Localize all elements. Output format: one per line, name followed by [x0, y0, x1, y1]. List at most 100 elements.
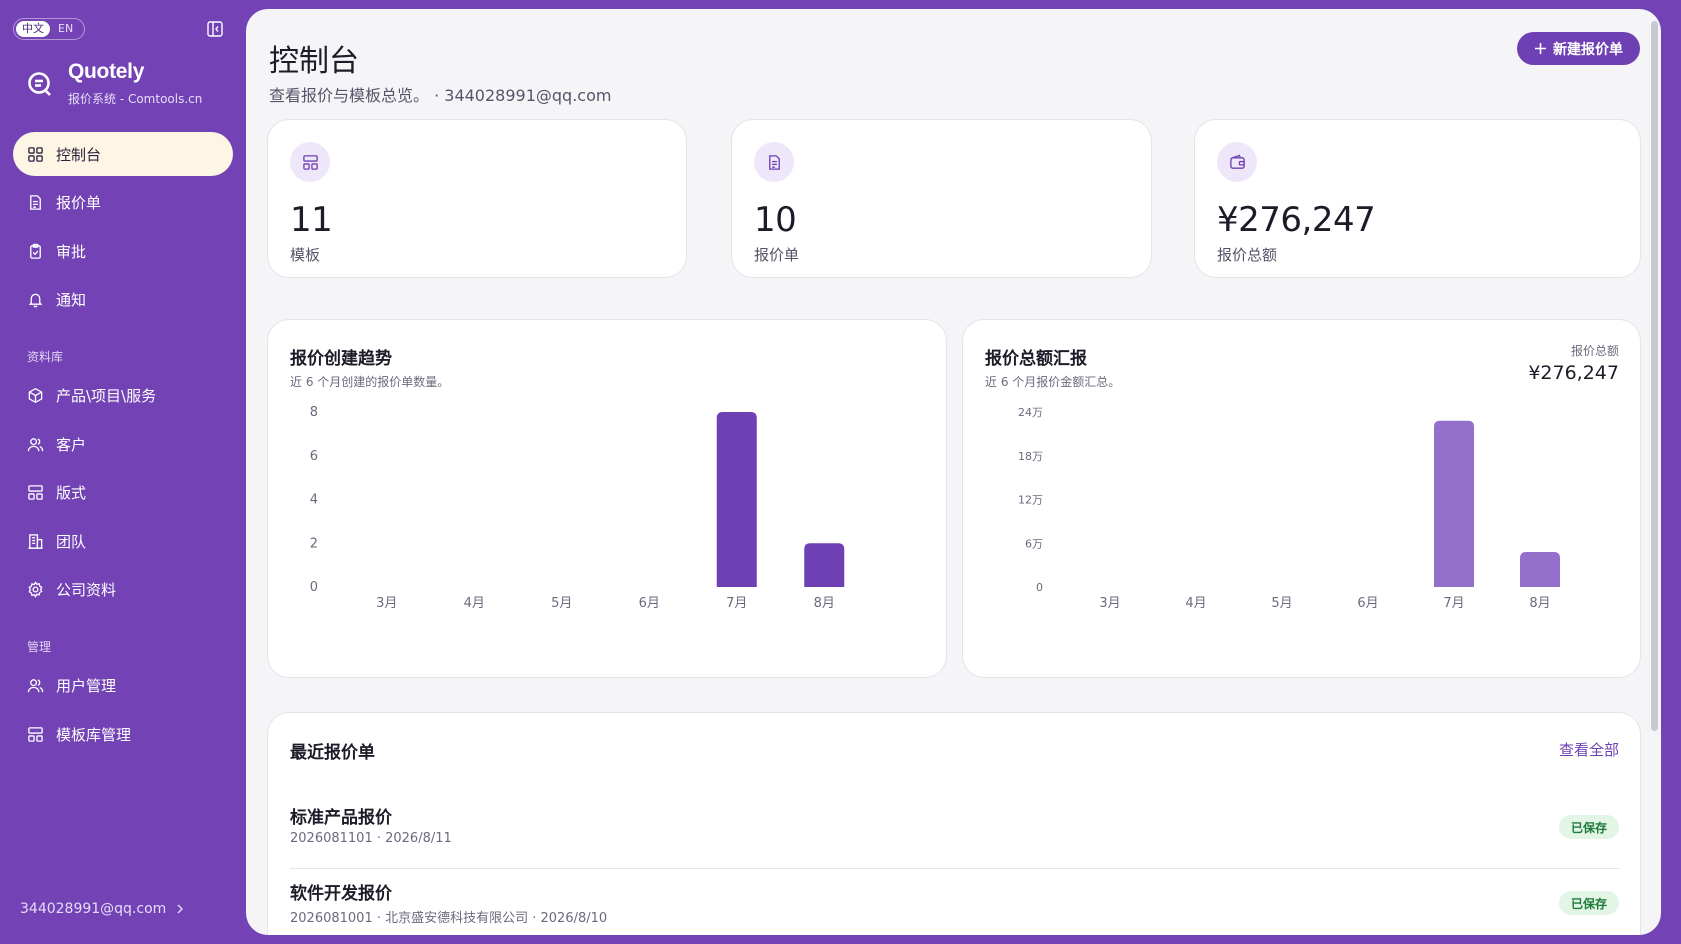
- user-email: 344028991@qq.com: [20, 901, 167, 917]
- x-tick-label: 8月: [1529, 596, 1550, 611]
- chart-bar[interactable]: [716, 412, 757, 587]
- sidebar: 中文 EN Quotely 报价系统 - Comtools.cn 控制台 报价单…: [0, 0, 246, 944]
- sidebar-item-approvals[interactable]: 审批: [13, 229, 233, 273]
- sidebar-item-company-info[interactable]: 公司资料: [13, 568, 233, 612]
- x-tick-label: 7月: [726, 596, 747, 611]
- x-tick-label: 3月: [376, 596, 397, 611]
- y-tick-label: 0: [1036, 581, 1043, 594]
- sidebar-item-label: 产品\项目\服务: [56, 387, 157, 405]
- y-tick-label: 4: [310, 493, 318, 508]
- page-subtitle: 查看报价与模板总览。 · 344028991@qq.com: [269, 86, 612, 105]
- chart-card-trend: 报价创建趋势 近 6 个月创建的报价单数量。 0 2 4 6 8 3月 4月 5月 6月 7月 8月: [267, 319, 947, 678]
- brand-name: Quotely: [68, 60, 145, 83]
- quotely-logo-icon: [28, 72, 51, 96]
- y-tick-label: 8: [310, 405, 318, 420]
- x-tick-label: 4月: [464, 596, 485, 611]
- document-icon: [30, 195, 41, 210]
- stat-label: 模板: [290, 246, 321, 264]
- users-icon: [27, 437, 44, 451]
- scrollbar[interactable]: [1651, 21, 1658, 731]
- plus-icon: [1535, 43, 1546, 54]
- stat-value: 10: [754, 200, 797, 240]
- sidebar-item-products[interactable]: 产品\项目\服务: [13, 374, 233, 418]
- stat-card-total-amount: ¥276,247 报价总额: [1194, 119, 1641, 278]
- sidebar-item-quotes[interactable]: 报价单: [13, 181, 233, 225]
- chart-bar[interactable]: [804, 543, 845, 587]
- x-tick-label: 8月: [814, 596, 835, 611]
- new-quote-button[interactable]: 新建报价单: [1517, 32, 1640, 65]
- sidebar-item-notifications[interactable]: 通知: [13, 278, 233, 322]
- status-badge: 已保存: [1558, 815, 1619, 839]
- sidebar-item-customers[interactable]: 客户: [13, 422, 233, 466]
- nav-group-admin: 管理: [27, 640, 52, 654]
- chart-bar[interactable]: [1520, 552, 1560, 587]
- document-icon: [754, 142, 794, 182]
- stat-value: ¥276,247: [1217, 200, 1376, 240]
- sidebar-collapse-icon[interactable]: [206, 20, 224, 38]
- x-tick-label: 5月: [551, 596, 572, 611]
- wallet-icon: [1217, 142, 1257, 182]
- sidebar-item-label: 客户: [56, 435, 87, 454]
- y-tick-label: 18万: [1018, 450, 1043, 463]
- list-item[interactable]: 软件开发报价 2026081001 · 北京盛安德科技有限公司 · 2026/8…: [290, 869, 1619, 935]
- user-account-link[interactable]: 344028991@qq.com: [20, 901, 184, 917]
- gear-icon: [28, 581, 43, 598]
- y-tick-label: 6万: [1025, 537, 1043, 550]
- template-icon: [290, 142, 330, 182]
- stat-card-quotes: 10 报价单: [731, 119, 1152, 278]
- sidebar-item-team[interactable]: 团队: [13, 519, 233, 563]
- brand-subtitle: 报价系统 - Comtools.cn: [68, 92, 203, 106]
- y-tick-label: 0: [310, 580, 318, 595]
- new-quote-label: 新建报价单: [1553, 41, 1623, 58]
- users-icon: [27, 679, 44, 693]
- lang-en[interactable]: EN: [52, 21, 79, 37]
- y-tick-label: 2: [310, 536, 318, 551]
- sidebar-item-label: 报价单: [56, 194, 102, 212]
- dashboard-icon: [28, 146, 43, 162]
- page-title: 控制台: [269, 44, 359, 79]
- x-tick-label: 6月: [1357, 596, 1378, 611]
- x-tick-label: 3月: [1099, 596, 1120, 611]
- y-tick-label: 24万: [1018, 406, 1043, 419]
- quote-meta: 2026081101 · 2026/8/11: [290, 831, 452, 846]
- nav-group-library: 资料库: [27, 350, 64, 364]
- sidebar-item-label: 审批: [56, 242, 87, 261]
- sidebar-item-label: 控制台: [56, 145, 102, 164]
- sidebar-item-user-management[interactable]: 用户管理: [13, 664, 233, 708]
- brand: Quotely 报价系统 - Comtools.cn: [26, 60, 202, 107]
- list-item[interactable]: 标准产品报价 2026081101 · 2026/8/11 已保存: [290, 793, 1619, 869]
- sidebar-item-dashboard[interactable]: 控制台: [13, 132, 233, 176]
- view-all-link[interactable]: 查看全部: [1559, 739, 1619, 760]
- stat-label: 报价总额: [1217, 246, 1278, 264]
- recent-quotes-title: 最近报价单: [290, 743, 375, 763]
- sidebar-item-label: 版式: [56, 484, 87, 502]
- quote-meta: 2026081001 · 北京盛安德科技有限公司 · 2026/8/10: [290, 911, 608, 926]
- stat-card-templates: 11 模板: [267, 119, 687, 278]
- lang-zh[interactable]: 中文: [16, 21, 50, 37]
- language-toggle[interactable]: 中文 EN: [13, 18, 85, 40]
- x-tick-label: 4月: [1185, 596, 1206, 611]
- chart-bar[interactable]: [1434, 420, 1474, 587]
- clipboard-check-icon: [30, 243, 41, 259]
- sidebar-item-layouts[interactable]: 版式: [13, 471, 233, 515]
- sidebar-item-label: 用户管理: [56, 677, 117, 695]
- main-panel: 控制台 查看报价与模板总览。 · 344028991@qq.com 新建报价单 …: [246, 9, 1661, 935]
- quote-name: 软件开发报价: [290, 884, 392, 904]
- x-tick-label: 7月: [1443, 596, 1464, 611]
- sidebar-item-template-library[interactable]: 模板库管理: [13, 712, 233, 756]
- quote-name: 标准产品报价: [290, 808, 392, 828]
- sidebar-item-label: 团队: [56, 532, 87, 551]
- bell-icon: [28, 293, 43, 308]
- sidebar-item-label: 公司资料: [56, 581, 117, 599]
- stat-label: 报价单: [754, 246, 800, 264]
- y-tick-label: 12万: [1018, 494, 1043, 507]
- sidebar-item-label: 通知: [56, 291, 87, 309]
- building-icon: [28, 533, 43, 549]
- layout-icon: [28, 726, 43, 742]
- sidebar-nav: 控制台 报价单 审批 通知 资料库 产品\项目\服务 客户 版式 团队 公司资料…: [13, 132, 233, 761]
- x-tick-label: 6月: [639, 596, 660, 611]
- y-tick-label: 6: [310, 449, 318, 464]
- amount-bar-chart: 0 6万 12万 18万 24万 3月 4月 5月 6月 7月 8月: [1018, 406, 1560, 611]
- stat-value: 11: [290, 200, 333, 240]
- recent-quotes-card: 最近报价单 查看全部 标准产品报价 2026081101 · 2026/8/11…: [267, 712, 1641, 935]
